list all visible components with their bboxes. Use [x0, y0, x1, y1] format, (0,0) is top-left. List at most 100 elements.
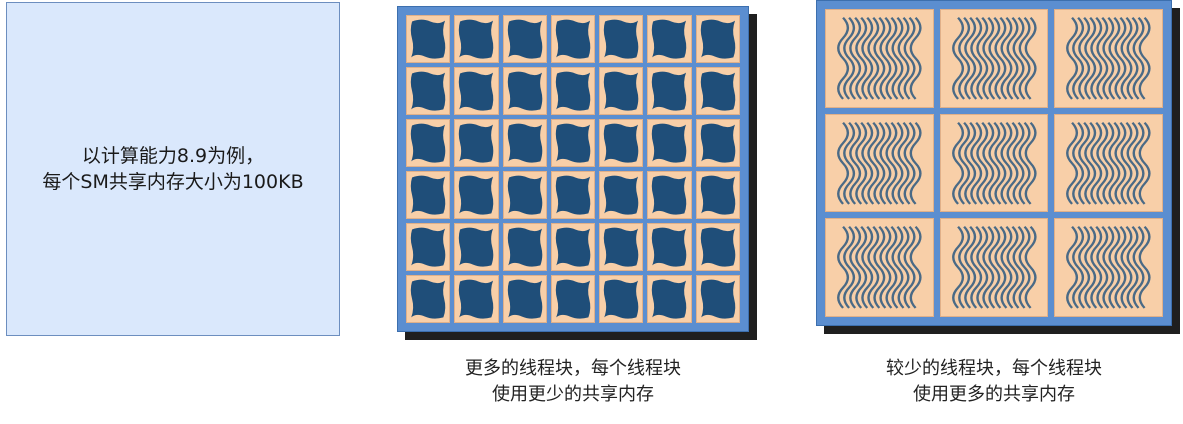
thread-block-icon — [459, 175, 494, 215]
thread-block-icon — [410, 175, 446, 215]
block-cell — [695, 171, 740, 219]
thread-waves-icon — [1066, 226, 1151, 309]
block-cell — [939, 218, 1049, 317]
block-cell — [550, 275, 596, 323]
thread-waves-icon — [951, 226, 1037, 309]
thread-block-icon — [507, 123, 542, 163]
block-cell — [647, 275, 692, 323]
note-line-1: 以计算能力8.9为例， — [81, 145, 265, 167]
thread-block-icon — [700, 227, 735, 267]
thread-block-icon — [459, 227, 494, 267]
thread-block-icon — [410, 227, 446, 267]
block-cell — [502, 119, 547, 167]
block-cell — [502, 67, 547, 115]
thread-block-icon — [700, 123, 735, 163]
block-cell — [825, 113, 934, 213]
thread-waves-icon — [951, 17, 1037, 100]
block-cell — [647, 15, 692, 63]
thread-block-icon — [555, 71, 591, 111]
thread-block-icon — [410, 123, 446, 163]
many-blocks-caption-line-1: 更多的线程块，每个线程块 — [465, 358, 681, 379]
block-cell — [454, 171, 499, 219]
thread-block-icon — [652, 123, 687, 163]
thread-block-icon — [603, 123, 639, 163]
block-cell — [825, 9, 934, 108]
thread-waves-icon — [951, 121, 1037, 205]
thread-block-icon — [603, 227, 639, 267]
thread-block-icon — [603, 175, 639, 215]
block-cell — [695, 67, 740, 115]
thread-block-icon — [459, 279, 494, 319]
thread-block-icon — [555, 123, 591, 163]
block-cell — [599, 171, 644, 219]
block-cell — [406, 67, 451, 115]
thread-block-icon — [507, 175, 542, 215]
thread-waves-icon — [837, 17, 922, 100]
thread-block-icon — [652, 279, 687, 319]
block-cell — [825, 218, 934, 317]
thread-block-icon — [700, 279, 735, 319]
thread-block-icon — [652, 227, 687, 267]
thread-block-icon — [555, 227, 591, 267]
fewer-blocks-caption-line-2: 使用更多的共享内存 — [913, 384, 1075, 405]
many-blocks-caption: 更多的线程块，每个线程块 使用更少的共享内存 — [397, 356, 749, 408]
block-cell — [695, 223, 740, 271]
block-cell — [647, 223, 692, 271]
thread-block-icon — [652, 19, 687, 59]
block-cell — [550, 15, 596, 63]
block-cell — [550, 119, 596, 167]
thread-block-icon — [700, 175, 735, 215]
block-cell — [550, 223, 596, 271]
block-cell — [454, 15, 499, 63]
thread-block-icon — [410, 71, 446, 111]
block-cell — [502, 171, 547, 219]
fewer-blocks-panel — [816, 0, 1180, 334]
thread-block-icon — [459, 123, 494, 163]
thread-block-icon — [652, 71, 687, 111]
thread-waves-icon — [837, 226, 922, 309]
thread-block-icon — [603, 279, 639, 319]
thread-block-icon — [507, 19, 542, 59]
thread-block-icon — [555, 175, 591, 215]
fewer-blocks-grid — [816, 0, 1172, 326]
many-blocks-caption-line-2: 使用更少的共享内存 — [492, 384, 654, 405]
fewer-blocks-caption: 较少的线程块，每个线程块 使用更多的共享内存 — [816, 356, 1172, 408]
block-cell — [599, 67, 644, 115]
block-cell — [647, 171, 692, 219]
block-cell — [550, 67, 596, 115]
thread-block-icon — [700, 19, 735, 59]
block-cell — [454, 223, 499, 271]
block-cell — [647, 119, 692, 167]
block-cell — [406, 171, 451, 219]
thread-block-icon — [459, 19, 494, 59]
block-cell — [406, 275, 451, 323]
block-cell — [695, 119, 740, 167]
thread-block-icon — [652, 175, 687, 215]
block-cell — [1054, 218, 1163, 317]
thread-waves-icon — [837, 121, 922, 205]
block-cell — [1054, 113, 1163, 213]
thread-block-icon — [555, 19, 591, 59]
thread-block-icon — [603, 19, 639, 59]
block-cell — [599, 119, 644, 167]
fewer-blocks-caption-line-1: 较少的线程块，每个线程块 — [886, 358, 1102, 379]
block-cell — [599, 275, 644, 323]
thread-waves-icon — [1066, 17, 1151, 100]
note-line-2: 每个SM共享内存大小为100KB — [42, 171, 304, 193]
thread-block-icon — [410, 19, 446, 59]
thread-block-icon — [507, 71, 542, 111]
block-cell — [454, 119, 499, 167]
block-cell — [406, 119, 451, 167]
block-cell — [599, 15, 644, 63]
thread-waves-icon — [1066, 121, 1151, 205]
block-cell — [939, 113, 1049, 213]
block-cell — [454, 275, 499, 323]
block-cell — [695, 15, 740, 63]
block-cell — [406, 223, 451, 271]
block-cell — [454, 67, 499, 115]
many-blocks-grid — [397, 6, 749, 332]
block-cell — [647, 67, 692, 115]
block-cell — [406, 15, 451, 63]
block-cell — [502, 223, 547, 271]
block-cell — [939, 9, 1049, 108]
